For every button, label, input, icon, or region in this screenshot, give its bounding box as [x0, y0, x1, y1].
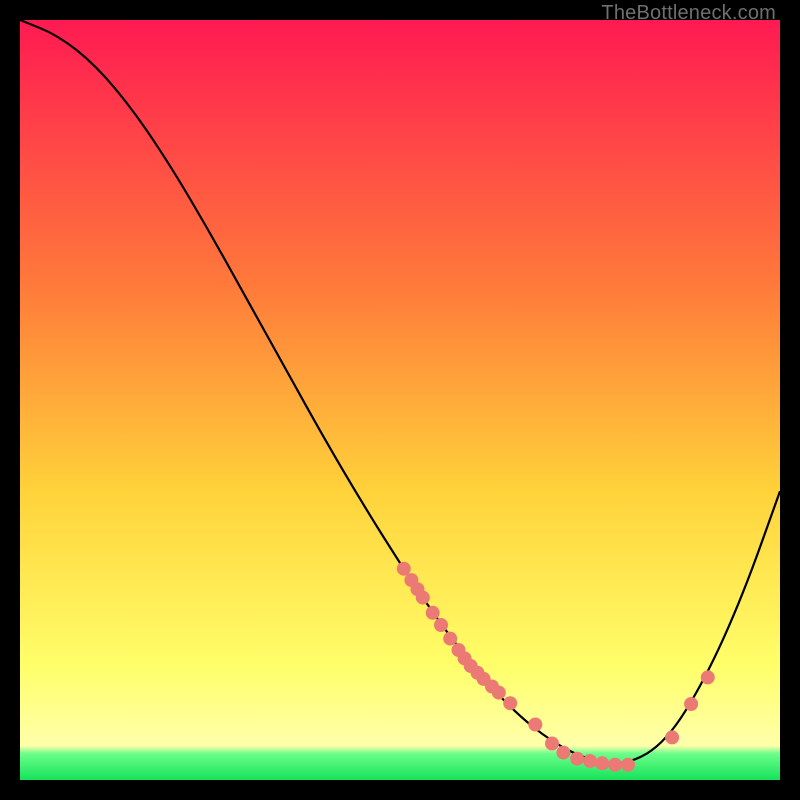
data-marker	[570, 752, 584, 766]
data-marker	[665, 730, 679, 744]
bottleneck-chart	[20, 20, 780, 780]
data-marker	[426, 606, 440, 620]
data-marker	[443, 632, 457, 646]
data-marker	[701, 670, 715, 684]
data-marker	[434, 618, 448, 632]
data-marker	[416, 591, 430, 605]
gradient-background	[20, 20, 780, 780]
data-marker	[397, 562, 411, 576]
chart-frame	[20, 20, 780, 780]
data-marker	[595, 756, 609, 770]
data-marker	[556, 746, 570, 760]
data-marker	[492, 686, 506, 700]
data-marker	[528, 718, 542, 732]
data-marker	[545, 737, 559, 751]
data-marker	[503, 696, 517, 710]
data-marker	[608, 758, 622, 772]
data-marker	[621, 758, 635, 772]
data-marker	[583, 754, 597, 768]
data-marker	[684, 697, 698, 711]
